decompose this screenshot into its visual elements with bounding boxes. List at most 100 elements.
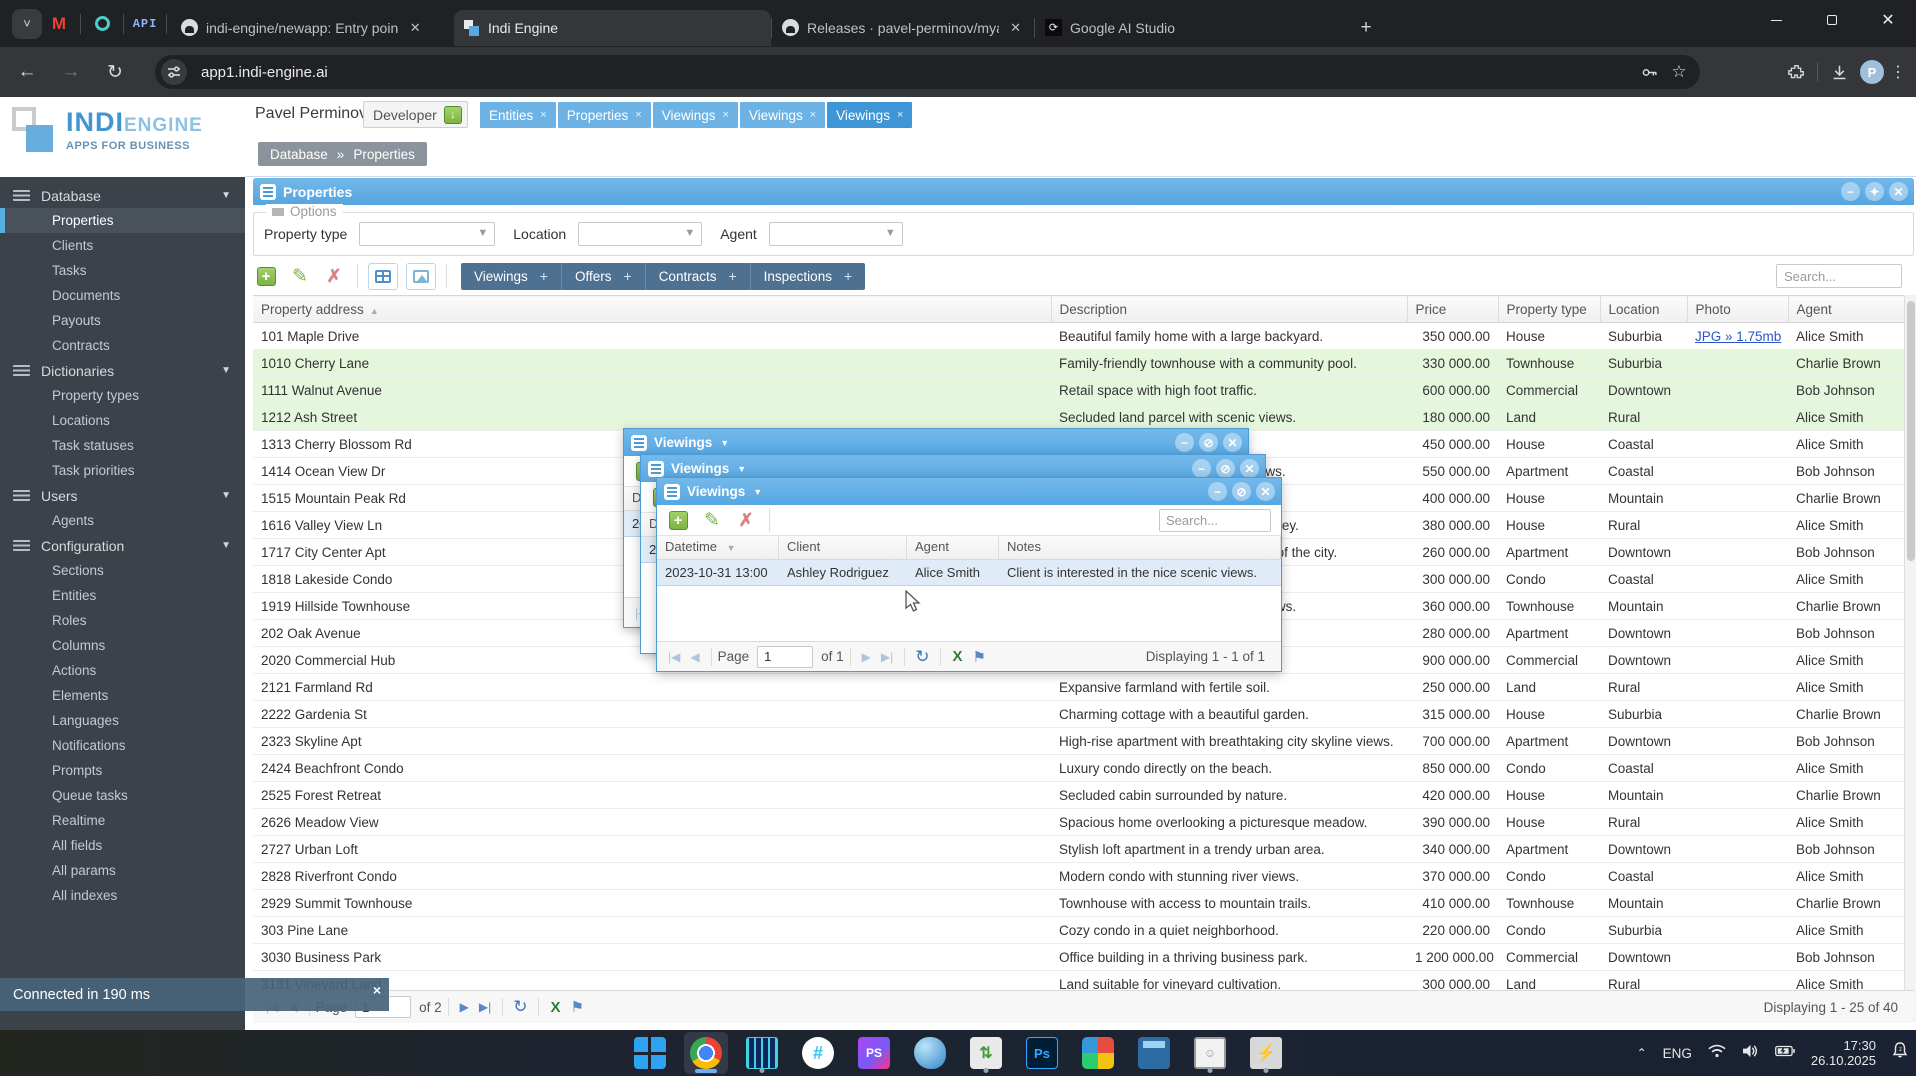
cell-price[interactable]: 600 000.00 [1407, 376, 1498, 404]
cell-photo[interactable] [1687, 457, 1788, 485]
cell-agent[interactable]: Bob Johnson [1788, 943, 1914, 971]
cell-location[interactable]: Coastal [1600, 754, 1687, 782]
popup-popout-button[interactable]: ⊘ [1216, 459, 1235, 478]
cell-location[interactable]: Mountain [1600, 781, 1687, 809]
cell-address[interactable]: 2929 Summit Townhouse [253, 889, 1051, 917]
relation-tab[interactable]: Offers + [562, 262, 646, 290]
cell-photo[interactable] [1687, 430, 1788, 458]
popup-selected-row[interactable]: 2023-10-31 13:00 Ashley Rodriguez Alice … [657, 560, 1281, 586]
sidebar-item[interactable]: Locations ▼ [0, 408, 245, 433]
cell-property-type[interactable]: Land [1498, 970, 1600, 990]
photo-link[interactable]: JPG » 1.75mb [1695, 329, 1781, 344]
sidebar-item[interactable]: Configuration ▼ [0, 533, 245, 558]
cell-price[interactable]: 260 000.00 [1407, 538, 1498, 566]
cell-photo[interactable] [1687, 916, 1788, 944]
tab-close-icon[interactable]: ✕ [406, 19, 424, 37]
cell-price[interactable]: 360 000.00 [1407, 592, 1498, 620]
table-row[interactable]: 2424 Beachfront Condo Luxury condo direc… [253, 754, 1914, 782]
cell-description[interactable]: Retail space with high foot traffic. [1051, 376, 1407, 404]
cell-price[interactable]: 420 000.00 [1407, 781, 1498, 809]
cell-property-type[interactable]: House [1498, 430, 1600, 458]
sidebar-item[interactable]: Property types ▼ [0, 383, 245, 408]
browser-menu-icon[interactable]: ⋮ [1890, 62, 1906, 82]
relation-tab[interactable]: Inspections + [751, 263, 865, 290]
sidebar-item[interactable]: Realtime ▼ [0, 808, 245, 833]
cell-description[interactable]: Cozy condo in a quiet neighborhood. [1051, 916, 1407, 944]
profile-avatar[interactable]: P [1860, 60, 1884, 84]
cell-photo[interactable] [1687, 943, 1788, 971]
cell-description[interactable]: Secluded cabin surrounded by nature. [1051, 781, 1407, 809]
breadcrumb[interactable]: Database » Properties [258, 142, 427, 166]
volume-icon[interactable] [1742, 1044, 1759, 1063]
cell-agent[interactable]: Alice Smith [1788, 403, 1914, 431]
sidebar-item[interactable]: All indexes ▼ [0, 883, 245, 908]
cell-photo[interactable] [1687, 376, 1788, 404]
cell-photo[interactable] [1687, 619, 1788, 647]
chart-view-button[interactable] [406, 262, 436, 290]
toast-close-icon[interactable]: × [373, 982, 381, 998]
column-header-price[interactable]: Price [1407, 295, 1499, 323]
column-header-description[interactable]: Description [1051, 295, 1408, 323]
cell-agent[interactable]: Charlie Brown [1788, 349, 1914, 377]
cell-agent[interactable]: Alice Smith [1788, 430, 1914, 458]
indi-engine-logo[interactable]: INDIENGINE APPS FOR BUSINESS [10, 101, 240, 173]
cell-agent[interactable]: Charlie Brown [1788, 889, 1914, 917]
breadcrumb-page[interactable]: Properties [353, 147, 415, 162]
cell-address[interactable]: 2424 Beachfront Condo [253, 754, 1051, 782]
last-page-button[interactable]: ▶| [479, 1000, 491, 1014]
cell-agent[interactable]: Bob Johnson [1788, 727, 1914, 755]
chevron-down-icon[interactable]: ▼ [221, 540, 231, 551]
agent-select[interactable]: ▼ [768, 222, 903, 246]
cell-notes[interactable]: Client is interested in the nice scenic … [999, 560, 1281, 585]
cell-location[interactable]: Downtown [1600, 835, 1687, 863]
cell-location[interactable]: Downtown [1600, 619, 1687, 647]
chevron-down-icon[interactable]: ▼ [753, 487, 762, 497]
column-header-agent[interactable]: Agent [1788, 295, 1914, 323]
sidebar-item[interactable]: Properties ▼ [0, 208, 245, 233]
cell-address[interactable]: 1111 Walnut Avenue [253, 376, 1051, 404]
popup-search-input[interactable] [1159, 509, 1271, 532]
cell-property-type[interactable]: Land [1498, 673, 1600, 701]
sidebar-item[interactable]: Columns ▼ [0, 633, 245, 658]
cell-price[interactable]: 250 000.00 [1407, 673, 1498, 701]
cell-location[interactable]: Coastal [1600, 862, 1687, 890]
chevron-down-icon[interactable]: ▼ [737, 464, 746, 474]
table-row[interactable]: 303 Pine Lane Cozy condo in a quiet neig… [253, 916, 1914, 944]
cell-property-type[interactable]: Townhouse [1498, 592, 1600, 620]
cell-price[interactable]: 1 200 000.00 [1407, 943, 1498, 971]
pinned-tab-ring[interactable] [85, 7, 119, 41]
cell-price[interactable]: 350 000.00 [1407, 322, 1498, 350]
cell-photo[interactable] [1687, 862, 1788, 890]
cell-property-type[interactable]: Commercial [1498, 376, 1600, 404]
cell-photo[interactable] [1687, 538, 1788, 566]
cell-agent[interactable]: Charlie Brown [1788, 592, 1914, 620]
taskbar-icon[interactable] [1132, 1032, 1176, 1074]
taskbar-icon[interactable] [628, 1032, 672, 1074]
cell-price[interactable]: 700 000.00 [1407, 727, 1498, 755]
cell-price[interactable]: 220 000.00 [1407, 916, 1498, 944]
cell-property-type[interactable]: House [1498, 700, 1600, 728]
cell-location[interactable]: Coastal [1600, 430, 1687, 458]
relation-add-icon[interactable]: + [844, 268, 852, 284]
cell-photo[interactable] [1687, 970, 1788, 990]
sidebar-item[interactable]: Queue tasks ▼ [0, 783, 245, 808]
column-header-client[interactable]: Client [779, 536, 907, 559]
relation-add-icon[interactable]: + [540, 268, 548, 284]
cell-address[interactable]: 1010 Cherry Lane [253, 349, 1051, 377]
cell-location[interactable]: Rural [1600, 403, 1687, 431]
section-tab[interactable]: Entities × [480, 102, 556, 128]
edit-row-button[interactable]: ✎ [699, 507, 725, 533]
cell-property-type[interactable]: Apartment [1498, 619, 1600, 647]
sidebar-item[interactable]: All fields ▼ [0, 833, 245, 858]
password-key-icon[interactable] [1634, 57, 1664, 87]
cell-property-type[interactable]: Condo [1498, 916, 1600, 944]
cell-photo[interactable] [1687, 835, 1788, 863]
cell-property-type[interactable]: Apartment [1498, 835, 1600, 863]
taskbar-icon[interactable]: Ps [1020, 1032, 1064, 1074]
cell-agent[interactable]: Bob Johnson [1788, 376, 1914, 404]
address-bar[interactable]: app1.indi-engine.ai ☆ [155, 55, 1700, 89]
sidebar-item[interactable]: Contracts ▼ [0, 333, 245, 358]
cell-property-type[interactable]: Commercial [1498, 943, 1600, 971]
reload-button[interactable]: ↻ [98, 55, 132, 89]
section-tab-close-icon[interactable]: × [810, 109, 816, 121]
